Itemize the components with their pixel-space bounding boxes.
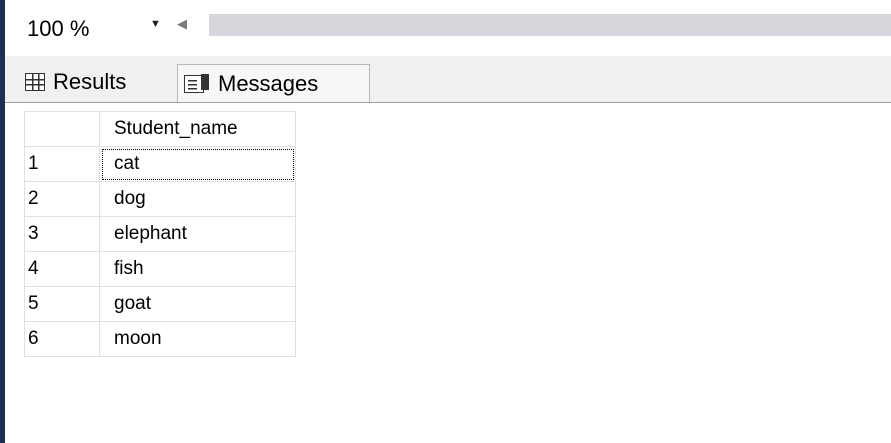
tab-results-label: Results xyxy=(53,69,127,94)
zoom-combobox[interactable]: 100 % xyxy=(17,10,151,44)
zoom-value: 100 % xyxy=(27,16,90,41)
chevron-down-icon[interactable]: ▼ xyxy=(150,16,162,32)
table-row[interactable]: 3 elephant xyxy=(24,216,296,252)
zoom-bar: 100 % ▼ ◀ xyxy=(5,0,891,48)
result-tabs: Results Messages xyxy=(5,56,891,103)
row-number[interactable]: 1 xyxy=(24,146,100,182)
row-number[interactable]: 5 xyxy=(24,286,100,322)
table-row[interactable]: 4 fish xyxy=(24,251,296,287)
table-row[interactable]: 2 dog xyxy=(24,181,296,217)
horizontal-scrollbar-track[interactable] xyxy=(209,14,891,36)
grid-cell[interactable]: moon xyxy=(99,321,296,357)
results-window: 100 % ▼ ◀ Results Messages Student_name xyxy=(0,0,891,443)
table-row[interactable]: 6 moon xyxy=(24,321,296,357)
row-number[interactable]: 4 xyxy=(24,251,100,287)
tab-messages-label: Messages xyxy=(218,70,319,96)
row-number[interactable]: 6 xyxy=(24,321,100,357)
grid-icon xyxy=(25,73,45,91)
grid-cell[interactable]: goat xyxy=(99,286,296,322)
grid-cell[interactable]: dog xyxy=(99,181,296,217)
grid-cell[interactable]: fish xyxy=(99,251,296,287)
row-header-corner[interactable] xyxy=(24,111,100,147)
table-row[interactable]: 5 goat xyxy=(24,286,296,322)
table-row[interactable]: 1 cat xyxy=(24,146,296,182)
column-header-student-name[interactable]: Student_name xyxy=(99,111,296,147)
grid-header-row: Student_name xyxy=(24,111,296,147)
grid-cell[interactable]: cat xyxy=(99,146,296,182)
tab-results[interactable]: Results xyxy=(19,62,179,102)
tab-messages[interactable]: Messages xyxy=(177,64,370,102)
results-grid-area: Student_name 1 cat 2 dog 3 elephant 4 fi… xyxy=(5,103,891,443)
messages-icon xyxy=(184,73,209,93)
row-number[interactable]: 3 xyxy=(24,216,100,252)
grid-cell[interactable]: elephant xyxy=(99,216,296,252)
row-number[interactable]: 2 xyxy=(24,181,100,217)
scroll-left-arrow-icon[interactable]: ◀ xyxy=(177,14,191,34)
results-grid: Student_name 1 cat 2 dog 3 elephant 4 fi… xyxy=(24,111,296,357)
